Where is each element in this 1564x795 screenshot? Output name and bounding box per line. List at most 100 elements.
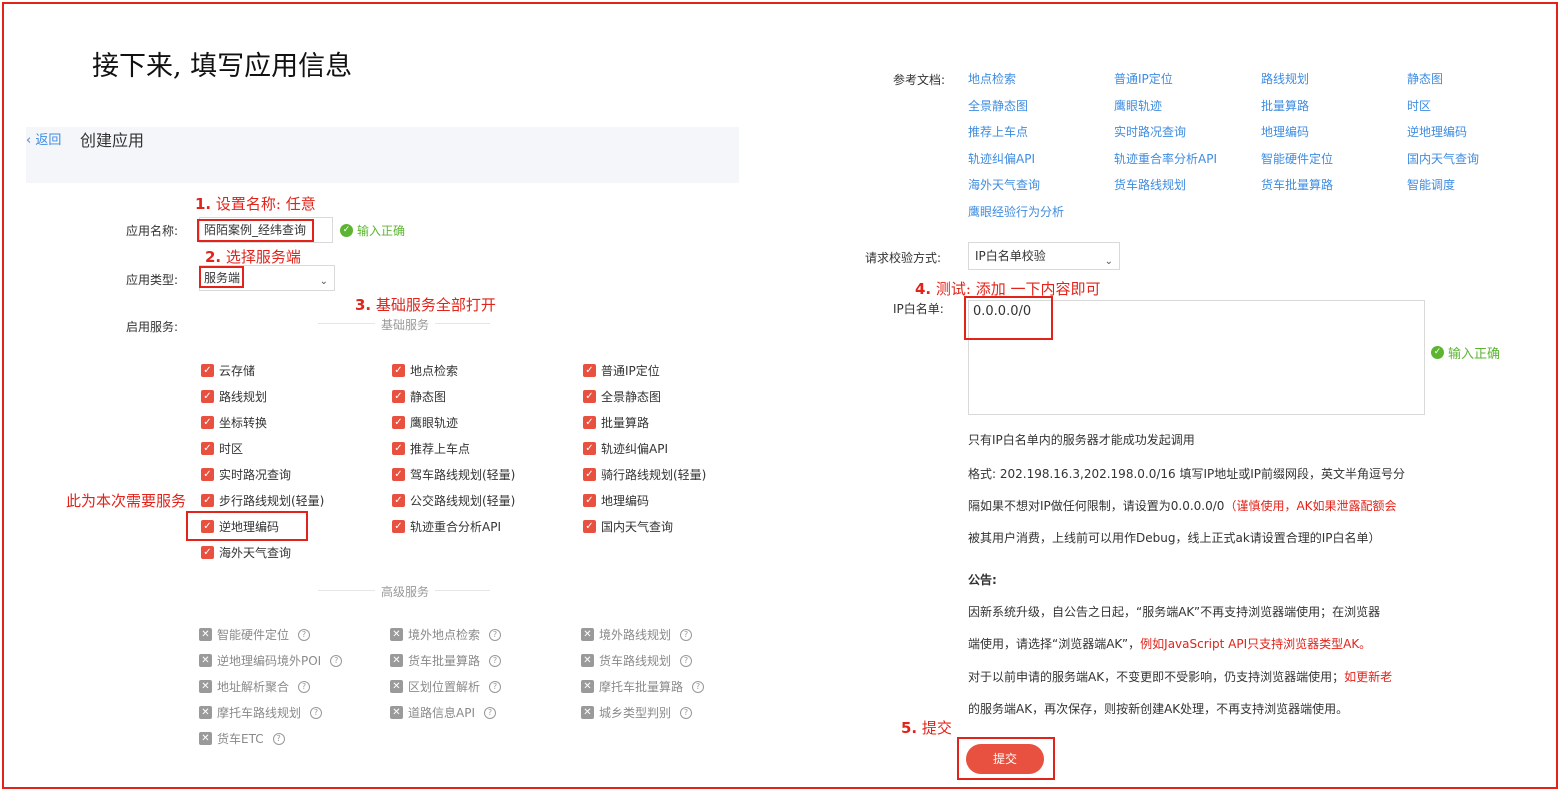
page-heading: 接下来, 填写应用信息 <box>92 51 353 82</box>
notice-line-3: 对于以前申请的服务端AK，不变更即不受影响，仍支持浏览器端使用；如更新老 <box>968 661 1392 693</box>
basic-service-label: 轨迹重合分析API <box>410 520 501 534</box>
basic-service-checkbox[interactable]: ✓ 步行路线规划(轻量) <box>201 492 324 509</box>
notice-line-4: 的服务端AK，再次保存，则按新创建AK处理，不再支持浏览器端使用。 <box>968 702 1349 716</box>
help-icon[interactable]: ? <box>298 680 311 693</box>
name-ok: ✓ 输入正确 <box>340 222 405 239</box>
basic-service-label: 步行路线规划(轻量) <box>219 494 325 508</box>
checkbox-checked-icon: ✓ <box>583 520 596 533</box>
help-icon[interactable]: ? <box>489 680 502 693</box>
submit-button[interactable]: 提交 <box>966 744 1044 774</box>
notice-line-3-red: 如更新老 <box>1344 670 1393 684</box>
help-icon[interactable]: ? <box>692 680 705 693</box>
whitelist-ok: ✓ 输入正确 <box>1431 343 1500 362</box>
doc-link[interactable]: 静态图 <box>1407 70 1443 87</box>
doc-link[interactable]: 批量算路 <box>1261 97 1309 114</box>
basic-service-checkbox[interactable]: ✓ 地点检索 <box>392 362 458 379</box>
checkbox-disabled-icon: ✕ <box>199 706 212 719</box>
doc-link[interactable]: 地点检索 <box>968 70 1016 87</box>
advanced-service-label: 境外地点检索 <box>408 628 481 642</box>
advanced-service-label: 道路信息API <box>408 706 475 720</box>
basic-service-checkbox[interactable]: ✓ 国内天气查询 <box>583 518 673 535</box>
doc-link[interactable]: 全景静态图 <box>968 97 1028 114</box>
whitelist-ok-text: 输入正确 <box>1448 347 1501 362</box>
basic-service-checkbox[interactable]: ✓ 坐标转换 <box>201 414 267 431</box>
verify-select[interactable]: IP白名单校验 ⌄ <box>968 242 1120 270</box>
basic-service-checkbox[interactable]: ✓ 全景静态图 <box>583 388 661 405</box>
back-link[interactable]: ‹ 返回 <box>26 129 61 148</box>
basic-service-checkbox[interactable]: ✓ 轨迹重合分析API <box>392 518 501 535</box>
doc-link[interactable]: 海外天气查询 <box>968 176 1040 193</box>
advanced-service-checkbox: ✕ 货车路线规划? <box>581 652 693 669</box>
help-icon[interactable]: ? <box>484 706 496 719</box>
basic-service-checkbox[interactable]: ✓ 路线规划 <box>201 388 267 405</box>
basic-service-checkbox[interactable]: ✓ 时区 <box>201 440 243 457</box>
advanced-service-checkbox: ✕ 智能硬件定位? <box>199 626 311 643</box>
help-icon[interactable]: ? <box>489 628 502 641</box>
basic-service-checkbox[interactable]: ✓ 实时路况查询 <box>201 466 291 483</box>
basic-service-checkbox[interactable]: ✓ 驾车路线规划(轻量) <box>392 466 515 483</box>
annotation-3-num: 3. <box>355 296 372 314</box>
doc-link[interactable]: 货车批量算路 <box>1261 176 1333 193</box>
doc-link[interactable]: 轨迹纠偏API <box>968 150 1035 167</box>
checkbox-checked-icon: ✓ <box>583 416 596 429</box>
doc-link[interactable]: 普通IP定位 <box>1114 70 1173 87</box>
help-icon[interactable]: ? <box>680 654 693 667</box>
basic-service-label: 公交路线规划(轻量) <box>410 494 516 508</box>
basic-service-checkbox[interactable]: ✓ 鹰眼轨迹 <box>392 414 458 431</box>
advanced-service-label: 货车ETC <box>217 732 264 746</box>
annotation-3: 3. 基础服务全部打开 <box>355 294 496 315</box>
basic-service-checkbox[interactable]: ✓ 轨迹纠偏API <box>583 440 668 457</box>
notice-line-1: 因新系统升级，自公告之日起，“服务端AK”不再支持浏览器端使用；在浏览器 <box>968 605 1381 619</box>
basic-service-checkbox[interactable]: ✓ 批量算路 <box>583 414 649 431</box>
basic-service-label: 批量算路 <box>601 416 650 430</box>
checkbox-disabled-icon: ✕ <box>390 680 403 693</box>
format-text-2-black: 隔如果不想对IP做任何限制，请设置为0.0.0.0/0 <box>968 499 1225 513</box>
basic-service-checkbox[interactable]: ✓ 推荐上车点 <box>392 440 470 457</box>
doc-link[interactable]: 实时路况查询 <box>1114 123 1186 140</box>
doc-link[interactable]: 智能硬件定位 <box>1261 150 1333 167</box>
basic-section-title: 基础服务 <box>375 316 436 333</box>
help-icon[interactable]: ? <box>310 706 323 719</box>
help-icon[interactable]: ? <box>680 706 693 719</box>
basic-service-checkbox[interactable]: ✓ 云存储 <box>201 362 255 379</box>
docs-label: 参考文档: <box>893 73 946 87</box>
basic-service-label: 坐标转换 <box>219 416 268 430</box>
doc-link[interactable]: 轨迹重合率分析API <box>1114 150 1217 167</box>
doc-link[interactable]: 路线规划 <box>1261 70 1309 87</box>
help-icon[interactable]: ? <box>298 628 311 641</box>
annotation-5: 5. 提交 <box>901 717 952 738</box>
help-icon[interactable]: ? <box>680 628 693 641</box>
help-icon[interactable]: ? <box>489 654 502 667</box>
doc-link[interactable]: 逆地理编码 <box>1407 123 1467 140</box>
advanced-service-label: 摩托车路线规划 <box>217 706 302 720</box>
advanced-service-checkbox: ✕ 道路信息API? <box>390 704 496 721</box>
basic-service-checkbox[interactable]: ✓ 静态图 <box>392 388 446 405</box>
basic-service-label: 地点检索 <box>410 364 459 378</box>
basic-service-checkbox[interactable]: ✓ 骑行路线规划(轻量) <box>583 466 706 483</box>
reverse-geocode-highlight <box>186 511 308 541</box>
basic-service-checkbox[interactable]: ✓ 普通IP定位 <box>583 362 660 379</box>
doc-link[interactable]: 时区 <box>1407 97 1431 114</box>
doc-link[interactable]: 智能调度 <box>1407 176 1455 193</box>
checkbox-disabled-icon: ✕ <box>390 706 403 719</box>
doc-link[interactable]: 推荐上车点 <box>968 123 1028 140</box>
basic-service-checkbox[interactable]: ✓ 公交路线规划(轻量) <box>392 492 515 509</box>
checkbox-checked-icon: ✓ <box>392 416 405 429</box>
doc-link[interactable]: 鹰眼轨迹 <box>1114 97 1162 114</box>
annotation-1-num: 1. <box>195 195 212 213</box>
help-icon[interactable]: ? <box>272 732 285 745</box>
annotation-3-text: 基础服务全部打开 <box>375 296 496 314</box>
check-circle-icon: ✓ <box>340 224 353 237</box>
basic-service-label: 骑行路线规划(轻量) <box>601 468 707 482</box>
basic-service-label: 鹰眼轨迹 <box>410 416 459 430</box>
doc-link[interactable]: 鹰眼经验行为分析 <box>968 203 1064 220</box>
basic-service-checkbox[interactable]: ✓ 地理编码 <box>583 492 649 509</box>
notice-line-2: 端使用，请选择“浏览器端AK”，例如JavaScript API只支持浏览器类型… <box>968 628 1371 660</box>
doc-link[interactable]: 地理编码 <box>1261 123 1309 140</box>
doc-link[interactable]: 国内天气查询 <box>1407 150 1479 167</box>
checkbox-checked-icon: ✓ <box>392 390 405 403</box>
doc-link[interactable]: 货车路线规划 <box>1114 176 1186 193</box>
advanced-service-label: 地址解析聚合 <box>217 680 290 694</box>
basic-service-checkbox[interactable]: ✓ 海外天气查询 <box>201 544 291 561</box>
help-icon[interactable]: ? <box>330 654 343 667</box>
